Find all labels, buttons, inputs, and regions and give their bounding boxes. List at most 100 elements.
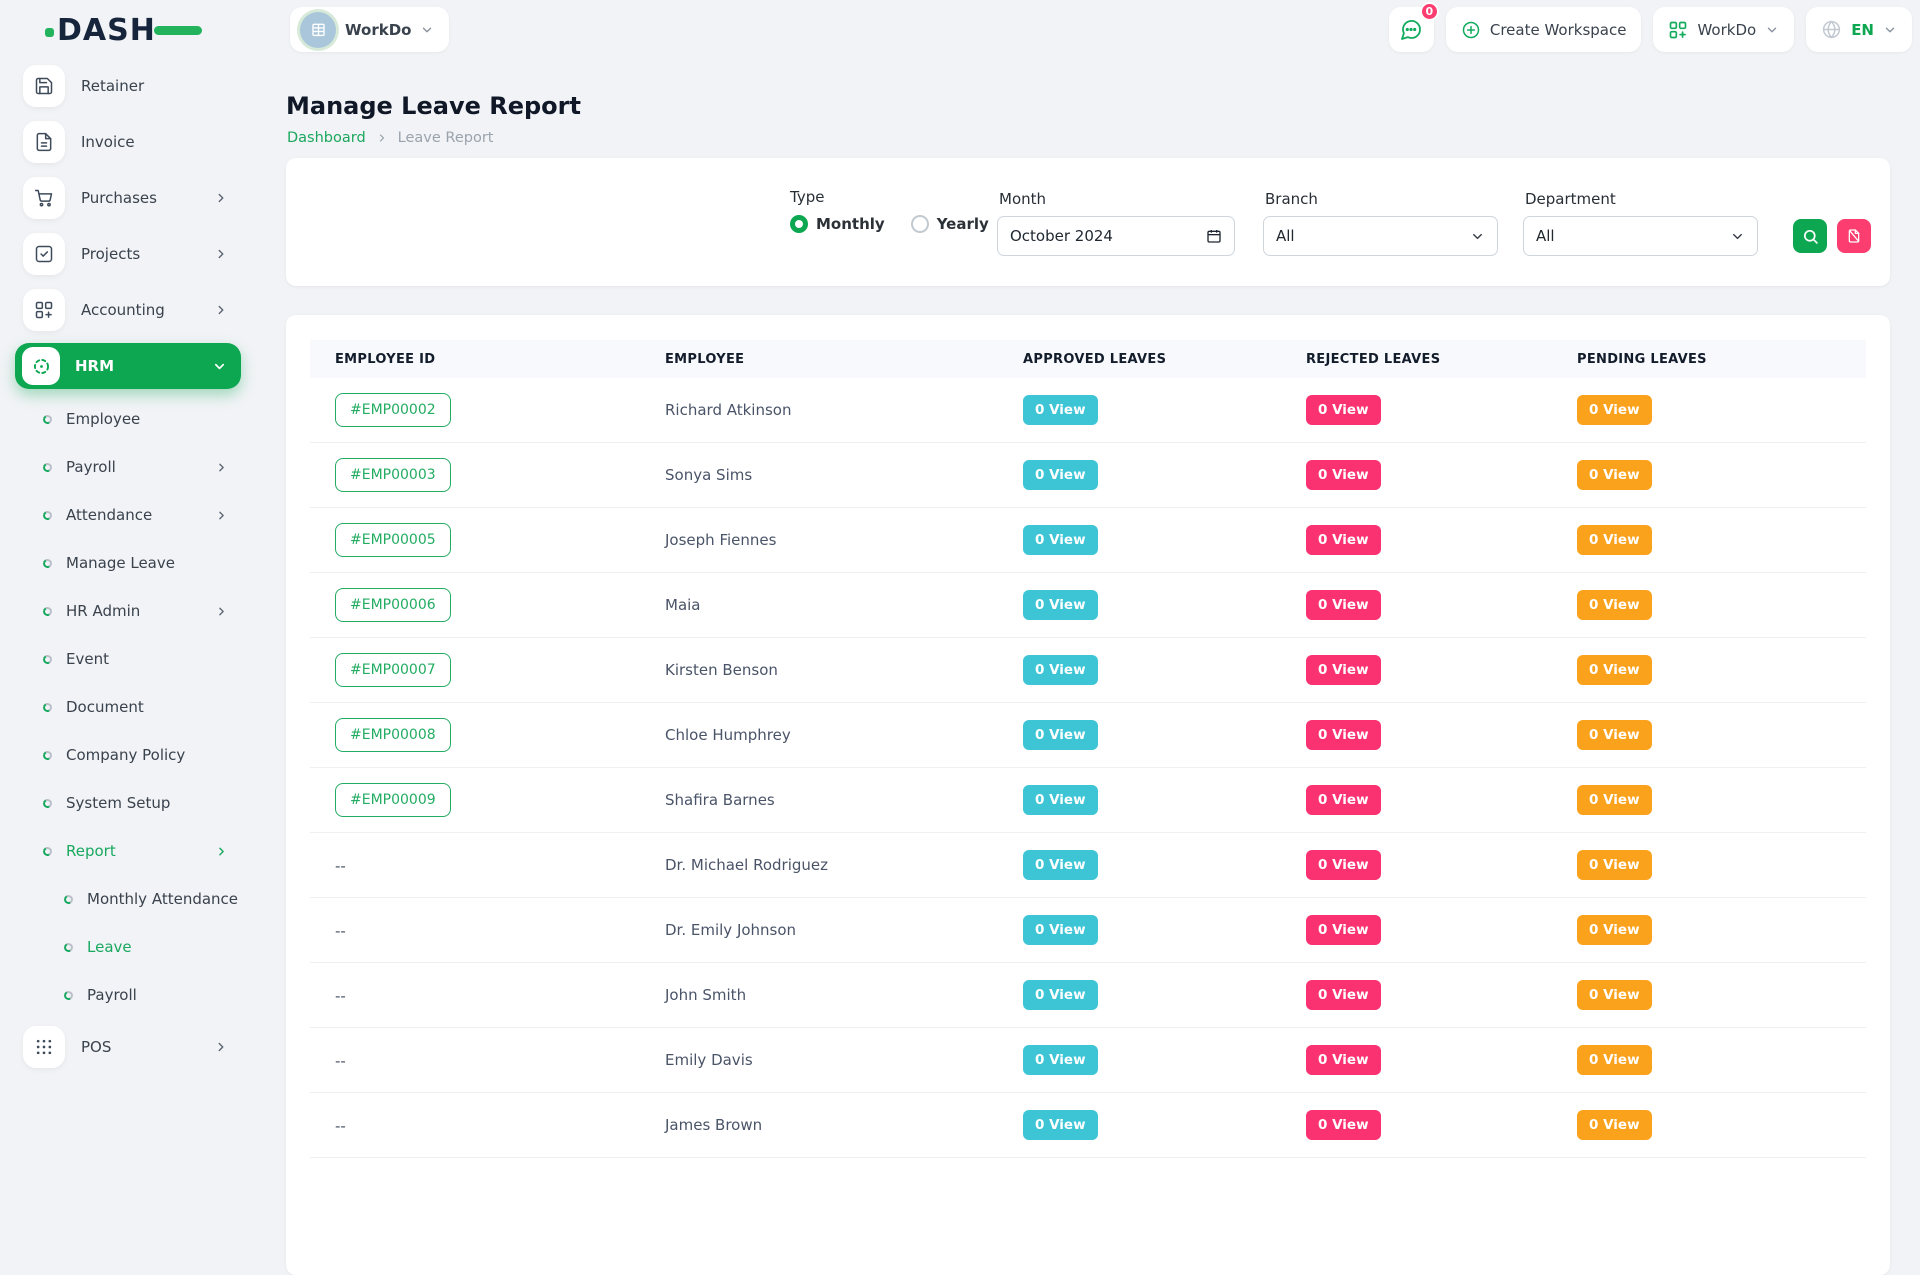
employee-id-empty: -- xyxy=(335,987,346,1005)
create-workspace-button[interactable]: Create Workspace xyxy=(1446,7,1642,52)
pending-leaves-badge[interactable]: 0 View xyxy=(1577,1045,1652,1075)
table-row: #EMP00003 Sonya Sims 0 View 0 View 0 Vie… xyxy=(310,443,1866,508)
sidebar-item-invoice[interactable]: Invoice xyxy=(0,114,250,170)
approved-leaves-cell: 0 View xyxy=(998,1110,1281,1140)
check-square-icon xyxy=(23,233,65,275)
sidebar-item-payroll-report[interactable]: Payroll xyxy=(0,971,250,1019)
rejected-leaves-cell: 0 View xyxy=(1281,915,1552,945)
rejected-leaves-cell: 0 View xyxy=(1281,720,1552,750)
rejected-leaves-badge[interactable]: 0 View xyxy=(1306,590,1381,620)
rejected-leaves-badge[interactable]: 0 View xyxy=(1306,655,1381,685)
pending-leaves-badge[interactable]: 0 View xyxy=(1577,460,1652,490)
rejected-leaves-badge[interactable]: 0 View xyxy=(1306,395,1381,425)
sidebar-item-company-policy[interactable]: Company Policy xyxy=(0,731,250,779)
radio-yearly[interactable]: Yearly xyxy=(911,215,989,233)
main-content: Manage Leave Report Dashboard Leave Repo… xyxy=(286,58,1890,1080)
approved-leaves-badge[interactable]: 0 View xyxy=(1023,850,1098,880)
messages-button[interactable]: 0 xyxy=(1389,7,1434,52)
branch-select[interactable]: All xyxy=(1263,216,1498,256)
sidebar-item-event[interactable]: Event xyxy=(0,635,250,683)
workspace-avatar xyxy=(300,12,336,48)
employee-name: Joseph Fiennes xyxy=(640,531,998,549)
topbar: DASH WorkDo 0 Create Workspace WorkDo EN xyxy=(0,0,1920,58)
approved-leaves-badge[interactable]: 0 View xyxy=(1023,720,1098,750)
approved-leaves-badge[interactable]: 0 View xyxy=(1023,395,1098,425)
column-employee-id: EMPLOYEE ID xyxy=(310,352,640,367)
employee-id-cell: -- xyxy=(310,986,640,1005)
pending-leaves-badge[interactable]: 0 View xyxy=(1577,525,1652,555)
language-selector[interactable]: EN xyxy=(1806,7,1912,52)
sidebar-item-payroll[interactable]: Payroll xyxy=(0,443,250,491)
approved-leaves-badge[interactable]: 0 View xyxy=(1023,1110,1098,1140)
sidebar-item-purchases[interactable]: Purchases xyxy=(0,170,250,226)
employee-id-badge[interactable]: #EMP00009 xyxy=(335,783,451,817)
radio-monthly-label: Monthly xyxy=(816,215,885,233)
rejected-leaves-badge[interactable]: 0 View xyxy=(1306,850,1381,880)
month-input[interactable]: October 2024 xyxy=(997,216,1235,256)
sidebar-item-employee[interactable]: Employee xyxy=(0,395,250,443)
pending-leaves-badge[interactable]: 0 View xyxy=(1577,655,1652,685)
reset-filter-button[interactable] xyxy=(1837,219,1871,253)
approved-leaves-badge[interactable]: 0 View xyxy=(1023,785,1098,815)
rejected-leaves-badge[interactable]: 0 View xyxy=(1306,460,1381,490)
employee-name: Dr. Michael Rodriguez xyxy=(640,856,998,874)
approved-leaves-badge[interactable]: 0 View xyxy=(1023,590,1098,620)
workspace-switcher[interactable]: WorkDo xyxy=(290,7,449,52)
rejected-leaves-badge[interactable]: 0 View xyxy=(1306,1110,1381,1140)
sidebar-item-document[interactable]: Document xyxy=(0,683,250,731)
bullet-icon xyxy=(42,653,53,664)
rejected-leaves-badge[interactable]: 0 View xyxy=(1306,525,1381,555)
employee-id-badge[interactable]: #EMP00007 xyxy=(335,653,451,687)
workdo-menu-button[interactable]: WorkDo xyxy=(1653,7,1794,52)
sidebar-item-projects[interactable]: Projects xyxy=(0,226,250,282)
pending-leaves-badge[interactable]: 0 View xyxy=(1577,720,1652,750)
approved-leaves-badge[interactable]: 0 View xyxy=(1023,1045,1098,1075)
reset-icon xyxy=(1846,228,1862,244)
sidebar-item-system-setup[interactable]: System Setup xyxy=(0,779,250,827)
radio-monthly[interactable]: Monthly xyxy=(790,215,885,233)
approved-leaves-badge[interactable]: 0 View xyxy=(1023,460,1098,490)
employee-id-badge[interactable]: #EMP00008 xyxy=(335,718,451,752)
sidebar-item-hrm[interactable]: HRM xyxy=(15,343,241,389)
sidebar-item-attendance[interactable]: Attendance xyxy=(0,491,250,539)
column-employee: EMPLOYEE xyxy=(640,352,998,367)
rejected-leaves-badge[interactable]: 0 View xyxy=(1306,785,1381,815)
sidebar-item-hr-admin[interactable]: HR Admin xyxy=(0,587,250,635)
pending-leaves-badge[interactable]: 0 View xyxy=(1577,915,1652,945)
sidebar-item-pos[interactable]: POS xyxy=(0,1019,250,1075)
employee-id-empty: -- xyxy=(335,1052,346,1070)
employee-id-badge[interactable]: #EMP00006 xyxy=(335,588,451,622)
sidebar-item-manage-leave[interactable]: Manage Leave xyxy=(0,539,250,587)
approved-leaves-badge[interactable]: 0 View xyxy=(1023,525,1098,555)
sidebar-item-accounting[interactable]: Accounting xyxy=(0,282,250,338)
pending-leaves-badge[interactable]: 0 View xyxy=(1577,785,1652,815)
pending-leaves-badge[interactable]: 0 View xyxy=(1577,980,1652,1010)
pending-leaves-badge[interactable]: 0 View xyxy=(1577,395,1652,425)
sidebar-item-monthly-attendance[interactable]: Monthly Attendance xyxy=(0,875,250,923)
rejected-leaves-badge[interactable]: 0 View xyxy=(1306,980,1381,1010)
sidebar-item-leave-report[interactable]: Leave xyxy=(0,923,250,971)
sidebar-item-report[interactable]: Report xyxy=(0,827,250,875)
rejected-leaves-badge[interactable]: 0 View xyxy=(1306,720,1381,750)
sidebar-item-retainer[interactable]: Retainer xyxy=(0,58,250,114)
breadcrumb-dashboard-link[interactable]: Dashboard xyxy=(287,130,366,146)
department-select[interactable]: All xyxy=(1523,216,1758,256)
employee-name: Richard Atkinson xyxy=(640,401,998,419)
bullet-icon xyxy=(42,557,53,568)
approved-leaves-badge[interactable]: 0 View xyxy=(1023,980,1098,1010)
approved-leaves-badge[interactable]: 0 View xyxy=(1023,915,1098,945)
dash-logo-text: DASH xyxy=(57,13,156,48)
rejected-leaves-badge[interactable]: 0 View xyxy=(1306,915,1381,945)
search-button[interactable] xyxy=(1793,219,1827,253)
pending-leaves-badge[interactable]: 0 View xyxy=(1577,590,1652,620)
pending-leaves-badge[interactable]: 0 View xyxy=(1577,850,1652,880)
employee-id-badge[interactable]: #EMP00003 xyxy=(335,458,451,492)
approved-leaves-badge[interactable]: 0 View xyxy=(1023,655,1098,685)
sidebar-item-label: Purchases xyxy=(81,189,157,207)
pending-leaves-badge[interactable]: 0 View xyxy=(1577,1110,1652,1140)
employee-id-badge[interactable]: #EMP00005 xyxy=(335,523,451,557)
employee-id-cell: #EMP00002 xyxy=(310,393,640,427)
rejected-leaves-badge[interactable]: 0 View xyxy=(1306,1045,1381,1075)
employee-id-badge[interactable]: #EMP00002 xyxy=(335,393,451,427)
employee-id-cell: #EMP00005 xyxy=(310,523,640,557)
